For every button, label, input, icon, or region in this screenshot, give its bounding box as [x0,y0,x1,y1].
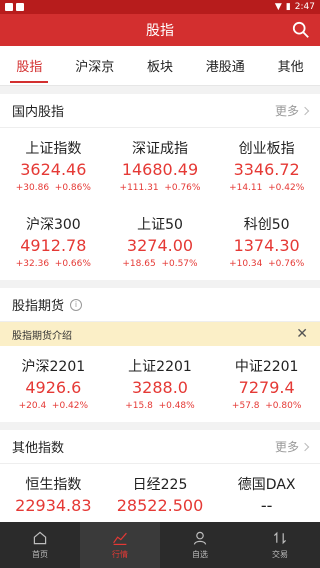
section-header: 股指期货 i [0,288,320,322]
tab-shsz[interactable]: 沪深京 [71,46,118,85]
index-card[interactable]: 创业板指 3346.72 +14.11 +0.42% [213,128,320,204]
status-bar: ▼ ▮ 2:47 [0,0,320,14]
futures-card[interactable]: 中证2201 7279.4 +57.8 +0.80% [213,346,320,422]
info-icon[interactable]: i [70,298,83,311]
nav-market[interactable]: 行情 [80,522,160,568]
user-icon [193,531,207,545]
page-title: 股指 [146,23,174,39]
bottom-nav: 首页 行情 自选 交易 [0,522,320,568]
transfer-icon [273,531,287,545]
futures-section: 股指期货 i 股指期货介绍 ✕ 沪深2201 4926.6 +20.4 +0.42%… [0,288,320,422]
status-time: 2:47 [294,2,315,12]
intro-banner[interactable]: 股指期货介绍 ✕ [0,322,320,346]
app-bar: 股指 [0,14,320,46]
more-button[interactable]: 更多 [275,438,310,455]
index-card[interactable]: 深证成指 14680.49 +111.31 +0.76% [107,128,214,204]
index-card[interactable]: 科创50 1374.30 +10.34 +0.76% [213,204,320,280]
section-title: 其他指数 [12,441,65,456]
chevron-right-icon [300,442,310,451]
index-card[interactable]: 上证指数 3624.46 +30.86 +0.86% [0,128,107,204]
nav-trade[interactable]: 交易 [240,522,320,568]
domestic-section: 国内股指 更多 上证指数 3624.46 +30.86 +0.86% 深证成指 146… [0,94,320,280]
battery-icon: ▮ [285,2,291,12]
section-header: 其他指数 更多 [0,430,320,464]
notification-icon [5,3,13,11]
search-icon[interactable] [292,21,310,39]
chart-icon [113,532,127,545]
nav-home[interactable]: 首页 [0,522,80,568]
tab-sector[interactable]: 板块 [143,46,177,85]
nav-watchlist[interactable]: 自选 [160,522,240,568]
wifi-icon: ▼ [274,2,282,12]
close-icon[interactable]: ✕ [296,326,308,342]
tab-hk-connect[interactable]: 港股通 [202,46,249,85]
section-title: 国内股指 [12,105,65,120]
section-title: 股指期货 [12,299,65,314]
more-button[interactable]: 更多 [275,102,310,119]
chevron-right-icon [300,106,310,115]
home-icon [33,531,47,545]
notification-icon [16,3,24,11]
index-card[interactable]: 上证50 3274.00 +18.65 +0.57% [107,204,214,280]
section-header: 国内股指 更多 [0,94,320,128]
tab-index[interactable]: 股指 [10,46,49,85]
futures-card[interactable]: 沪深2201 4926.6 +20.4 +0.42% [0,346,107,422]
tab-other[interactable]: 其他 [274,46,308,85]
index-card[interactable]: 沪深300 4912.78 +32.36 +0.66% [0,204,107,280]
futures-card[interactable]: 上证2201 3288.0 +15.8 +0.48% [107,346,214,422]
tab-bar: 股指 沪深京 板块 港股通 其他 [0,46,320,86]
